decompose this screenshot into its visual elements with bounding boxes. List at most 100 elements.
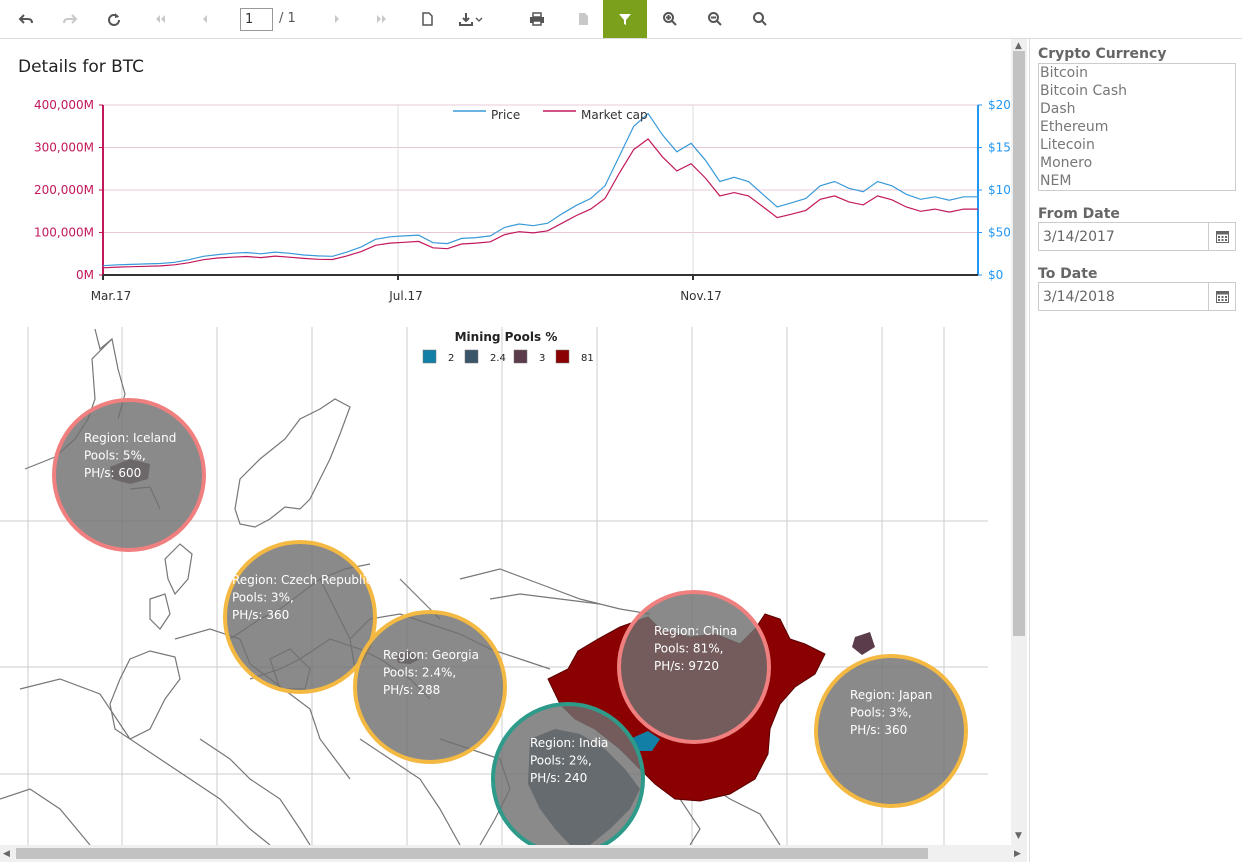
bubble-label: Region: Georgia — [383, 648, 479, 662]
filter-icon — [619, 14, 631, 25]
scroll-left-icon[interactable]: ◀ — [3, 849, 10, 859]
calendar-icon[interactable] — [1208, 283, 1235, 310]
undo-button[interactable] — [4, 0, 48, 38]
parameters-panel: Crypto Currency Bitcoin Bitcoin Cash Das… — [1029, 39, 1242, 862]
currency-item[interactable]: Dash — [1039, 100, 1235, 118]
map-legend-swatch — [422, 349, 437, 364]
previous-page-icon — [203, 15, 207, 23]
currency-item[interactable]: Monero — [1039, 154, 1235, 172]
redo-icon — [63, 14, 78, 24]
print-icon — [530, 12, 544, 26]
currency-item[interactable]: Litecoin — [1039, 136, 1235, 154]
bubble-label: Pools: 3%, — [850, 706, 912, 720]
from-date-field[interactable]: 3/14/2017 — [1038, 222, 1236, 251]
bubble-label: Pools: 2.4%, — [383, 666, 456, 680]
y-left-tick-label: 300,000M — [34, 141, 94, 155]
map-legend-swatch — [464, 349, 479, 364]
y-right-tick-label: $10000 — [988, 183, 1011, 197]
y-right-tick-label: $15000 — [988, 141, 1011, 155]
crypto-currency-list[interactable]: Bitcoin Bitcoin Cash Dash Ethereum Litec… — [1038, 63, 1236, 191]
next-page-button[interactable] — [315, 0, 359, 38]
country-border — [164, 543, 193, 596]
redo-button[interactable] — [48, 0, 92, 38]
bubble-label: Pools: 81%, — [654, 642, 723, 656]
next-page-icon — [335, 15, 339, 23]
vertical-scroll-thumb[interactable] — [1013, 51, 1025, 636]
horizontal-scrollbar[interactable]: ◀ ▶ — [0, 845, 1027, 862]
map-legend-label: 2 — [448, 353, 454, 364]
country-border — [489, 593, 601, 605]
calendar-icon[interactable] — [1208, 223, 1235, 250]
map-legend-swatch — [513, 349, 528, 364]
y-left-tick-label: 200,000M — [34, 183, 94, 197]
map-legend-label: 81 — [581, 353, 594, 364]
report-toolbar: / 1 — [0, 0, 1242, 39]
last-page-button[interactable] — [360, 0, 404, 38]
scroll-down-icon[interactable]: ▼ — [1015, 831, 1022, 841]
country-border — [149, 593, 171, 630]
from-date-label: From Date — [1038, 206, 1120, 222]
print-button[interactable] — [515, 0, 559, 38]
country-border — [0, 788, 91, 845]
bubble-label: PH/s: 360 — [232, 608, 289, 622]
bubble-label: PH/s: 240 — [530, 771, 587, 785]
map-title: Mining Pools % — [455, 330, 558, 344]
page-count: / 1 — [279, 11, 296, 26]
country-border — [234, 398, 351, 528]
report-viewer: Details for BTC 0M$0100,000M$5000200,000… — [0, 39, 1011, 845]
bubble-label: Region: India — [530, 736, 608, 750]
bubble-label: PH/s: 9720 — [654, 659, 719, 673]
horizontal-scroll-thumb[interactable] — [16, 848, 928, 859]
y-right-tick-label: $0 — [988, 268, 1003, 282]
export-icon — [459, 13, 483, 26]
crypto-currency-label: Crypto Currency — [1038, 46, 1167, 62]
y-left-tick-label: 0M — [76, 268, 94, 282]
x-tick-label: Mar.17 — [91, 289, 132, 303]
document-button[interactable] — [405, 0, 449, 38]
undo-icon — [18, 14, 33, 24]
bubble-label: Region: China — [654, 624, 737, 638]
scroll-up-icon[interactable]: ▲ — [1015, 41, 1022, 51]
scroll-right-icon[interactable]: ▶ — [1014, 849, 1021, 859]
country-border — [94, 328, 113, 351]
to-date-value[interactable]: 3/14/2018 — [1043, 289, 1115, 305]
bubble-label: PH/s: 288 — [383, 683, 440, 697]
zoom-out-button[interactable] — [693, 0, 737, 38]
refresh-button[interactable] — [92, 0, 136, 38]
zoom-in-icon — [663, 12, 677, 26]
y-left-tick-label: 400,000M — [34, 98, 94, 112]
filter-button[interactable] — [603, 0, 647, 38]
bubble-label: Pools: 5%, — [84, 449, 146, 463]
vertical-scrollbar[interactable]: ▲ ▼ — [1011, 39, 1027, 845]
currency-item[interactable]: NEM — [1039, 172, 1235, 190]
to-date-field[interactable]: 3/14/2018 — [1038, 282, 1236, 311]
legend-label: Price — [491, 108, 520, 122]
first-page-button[interactable] — [138, 0, 182, 38]
y-right-tick-label: $5000 — [988, 226, 1011, 240]
japan-region — [852, 632, 875, 655]
y-left-tick-label: 100,000M — [34, 226, 94, 240]
legend-label: Market cap — [581, 108, 648, 122]
zoom-in-button[interactable] — [648, 0, 692, 38]
country-border — [459, 568, 651, 615]
currency-item[interactable]: Bitcoin Cash — [1039, 82, 1235, 100]
map-legend-label: 3 — [539, 353, 545, 364]
zoom-reset-button[interactable] — [738, 0, 782, 38]
currency-item[interactable]: Bitcoin — [1039, 64, 1235, 82]
page-number-input[interactable] — [240, 8, 273, 31]
to-date-label: To Date — [1038, 266, 1098, 282]
copy-icon — [579, 13, 588, 25]
mining-map: Region: Iceland Pools: 5%, PH/s: 600 Region… — [0, 327, 988, 845]
bubble-label: Pools: 2%, — [530, 754, 592, 768]
bubble-label: Region: Iceland — [84, 431, 176, 445]
export-button[interactable] — [449, 0, 493, 38]
previous-page-button[interactable] — [183, 0, 227, 38]
x-tick-label: Nov.17 — [680, 289, 722, 303]
bubble-label: PH/s: 360 — [850, 723, 907, 737]
zoom-out-icon — [708, 12, 722, 26]
series-line-market-cap — [102, 138, 978, 269]
currency-item[interactable]: Ethereum — [1039, 118, 1235, 136]
from-date-value[interactable]: 3/14/2017 — [1043, 229, 1115, 245]
copy-button[interactable] — [561, 0, 605, 38]
last-page-icon — [377, 15, 386, 23]
